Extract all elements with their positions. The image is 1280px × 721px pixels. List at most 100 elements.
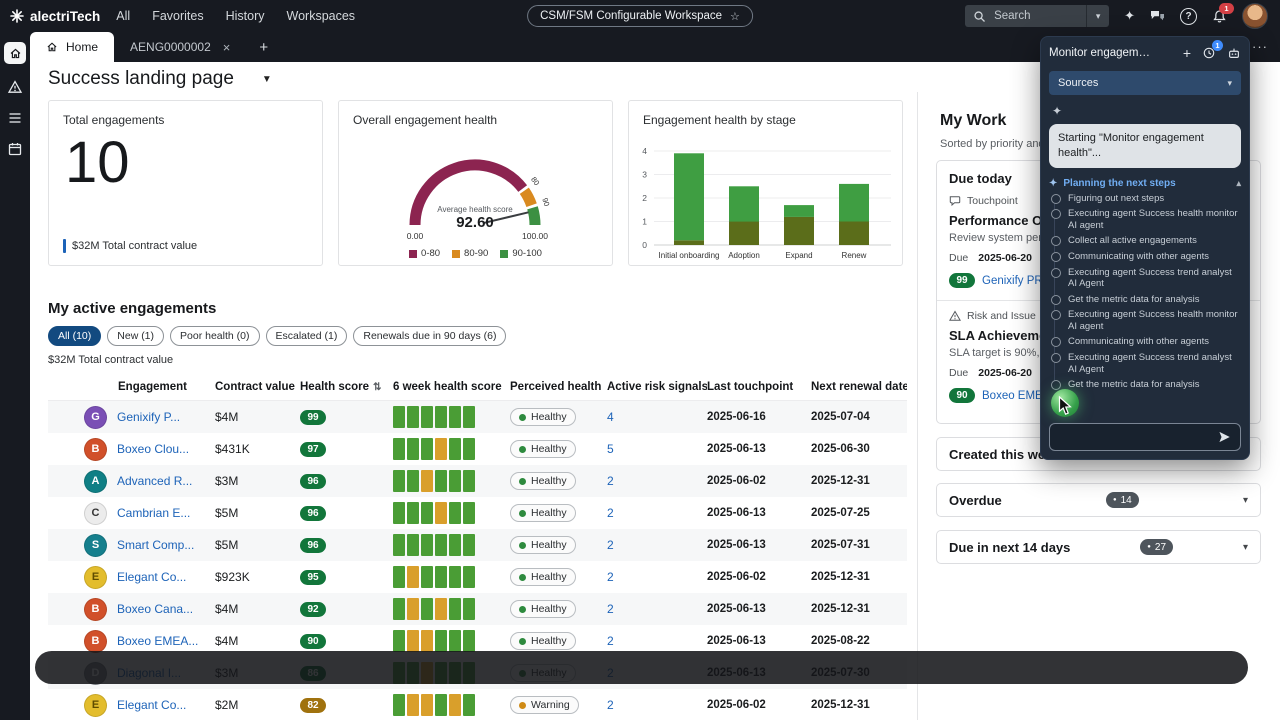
perceived-health-pill: Healthy [510,440,576,458]
search-input[interactable] [992,9,1078,23]
filter-pill-renewals-due-in-90-days-6-[interactable]: Renewals due in 90 days (6) [353,326,506,346]
overdue-count: 14 [1121,495,1132,506]
table-row[interactable]: BBoxeo Cana...$4M92Healthy22025-06-13202… [48,593,907,625]
new-conversation-icon[interactable]: + [1183,45,1191,61]
engagement-link[interactable]: Elegant Co... [117,698,186,712]
notifications-button[interactable]: 1 [1212,9,1227,24]
filter-pill-all-10-[interactable]: All (10) [48,326,101,346]
alerts-icon[interactable] [7,79,23,95]
step-label: Figuring out next steps [1068,193,1164,205]
tab-overflow-menu[interactable]: ··· [1252,39,1280,62]
tab-record[interactable]: AENG0000002 × [114,32,246,62]
overdue-card[interactable]: Overdue ● 14 ▾ [936,483,1261,517]
engagement-link[interactable]: Advanced R... [117,474,192,488]
six-week-health-cell [393,438,510,460]
help-icon[interactable]: ? [1180,8,1197,25]
column-header-health-score[interactable]: Health score⇅ [300,381,393,393]
rail-home-button[interactable] [4,42,26,64]
nav-item-history[interactable]: History [226,9,265,23]
perceived-health-label: Healthy [531,411,567,423]
send-button[interactable] [1217,430,1232,444]
due-label: Due [949,252,968,264]
risk-signals-link[interactable]: 2 [607,570,614,584]
lists-icon[interactable] [7,110,23,126]
planner-icon[interactable] [7,141,23,157]
chevron-down-icon[interactable]: ▾ [1243,495,1248,506]
new-tab-button[interactable]: + [246,39,281,56]
column-header-perceived-health[interactable]: Perceived health [510,381,607,393]
brand-logo[interactable]: alectriTech [0,9,116,24]
svg-text:100.00: 100.00 [522,231,548,241]
agent-robot-icon[interactable] [1227,46,1241,60]
table-row[interactable]: EElegant Co...$923K95Healthy22025-06-022… [48,561,907,593]
table-row[interactable]: SSmart Comp...$5M96Healthy22025-06-13202… [48,529,907,561]
column-label: Engagement [118,381,187,393]
workspace-switcher[interactable]: CSM/FSM Configurable Workspace ☆ [527,5,753,27]
ai-message-input[interactable] [1058,430,1217,444]
engagement-link[interactable]: Smart Comp... [117,538,194,552]
column-header-contract-value[interactable]: Contract value [215,381,300,393]
svg-text:2: 2 [642,193,647,203]
column-header-last-touchpoint[interactable]: Last touchpoint [707,381,811,393]
table-row[interactable]: BBoxeo Clou...$431K97Healthy52025-06-132… [48,433,907,465]
risk-signals-link[interactable]: 2 [607,538,614,552]
risk-signals-link[interactable]: 2 [607,698,614,712]
chevron-down-icon[interactable]: ▾ [1243,542,1248,553]
nav-item-all[interactable]: All [116,9,130,23]
health-bar [449,406,461,428]
risk-signals-link[interactable]: 2 [607,602,614,616]
health-bar [393,694,405,716]
column-header-active-risk-signals[interactable]: Active risk signals [607,381,707,393]
ai-plan-step: Get the metric data for analysis [1051,379,1241,391]
health-dot [519,542,526,549]
risk-signals-cell: 2 [607,634,707,648]
table-row[interactable]: CCambrian E...$5M96Healthy22025-06-13202… [48,497,907,529]
filter-pill-poor-health-0-[interactable]: Poor health (0) [170,326,259,346]
filter-pill-new-1-[interactable]: New (1) [107,326,164,346]
engagement-link[interactable]: Boxeo Cana... [117,602,193,616]
sources-dropdown[interactable]: Sources ▾ [1049,71,1241,95]
nav-item-workspaces[interactable]: Workspaces [287,9,356,23]
risk-signals-link[interactable]: 2 [607,474,614,488]
risk-signals-link[interactable]: 2 [607,506,614,520]
ai-plan-step: Communicating with other agents [1051,251,1241,263]
due-next-14-days-card[interactable]: Due in next 14 days ● 27 ▾ [936,530,1261,564]
last-touchpoint-cell: 2025-06-13 [707,603,811,615]
page-dropdown-caret-icon[interactable]: ▼ [262,74,272,85]
engagement-link[interactable]: Genixify P... [117,410,180,424]
favorite-star-icon[interactable]: ☆ [730,10,740,23]
step-status-icon [1051,209,1061,219]
engagement-link[interactable]: Elegant Co... [117,570,186,584]
close-tab-icon[interactable]: × [223,40,231,55]
health-bar [421,566,433,588]
table-row[interactable]: AAdvanced R...$3M96Healthy22025-06-02202… [48,465,907,497]
column-header-next-renewal-date[interactable]: Next renewal date [811,381,907,393]
risk-signals-link[interactable]: 4 [607,410,614,424]
table-row[interactable]: GGenixify P...$4M99Healthy42025-06-16202… [48,401,907,433]
agent-chat-icon[interactable] [1150,10,1165,23]
nav-item-favorites[interactable]: Favorites [152,9,203,23]
table-row[interactable]: EElegant Co...$2M82Warning22025-06-02202… [48,689,907,721]
ai-agent-orb[interactable] [1051,389,1079,417]
health-bars [393,598,475,620]
search-scope-dropdown[interactable]: ▾ [1086,5,1109,27]
company-logo: G [84,406,107,429]
filter-pill-escalated-1-[interactable]: Escalated (1) [266,326,348,346]
tab-home[interactable]: Home [30,32,114,62]
perceived-health-label: Healthy [531,571,567,583]
engagement-link[interactable]: Boxeo EMEA... [117,634,198,648]
perceived-health-pill: Healthy [510,408,576,426]
history-button[interactable]: 1 [1202,46,1216,60]
sort-icon[interactable]: ⇅ [373,382,381,393]
column-header-engagement[interactable]: Engagement [48,381,215,393]
user-avatar[interactable] [1242,3,1268,29]
ai-plan-header[interactable]: ✦ Planning the next steps ▴ [1049,178,1241,189]
ai-sparkle-icon[interactable]: ✦ [1124,8,1135,24]
engagement-link[interactable]: Cambrian E... [117,506,190,520]
risk-signals-link[interactable]: 5 [607,442,614,456]
risk-signals-link[interactable]: 2 [607,634,614,648]
column-header-6-week-health-score[interactable]: 6 week health score [393,381,510,393]
home-icon [9,47,22,60]
chevron-up-icon[interactable]: ▴ [1236,178,1241,189]
engagement-link[interactable]: Boxeo Clou... [117,442,189,456]
